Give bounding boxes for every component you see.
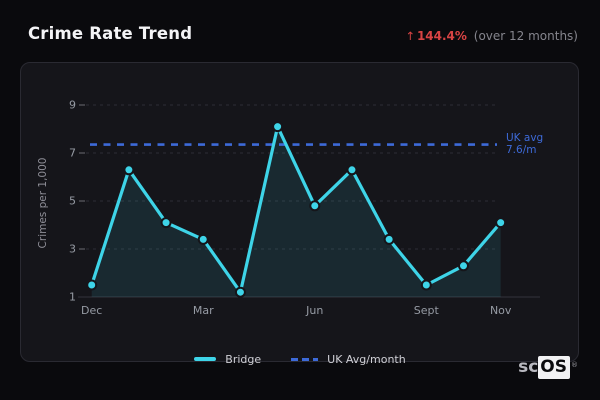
data-point[interactable] <box>234 286 246 298</box>
uk-avg-label: UK avg <box>506 132 544 145</box>
data-point[interactable] <box>197 233 209 245</box>
crime-rate-widget: Crime Rate Trend ↑ 144.4% (over 12 months… <box>0 0 600 400</box>
legend-label: UK Avg/month <box>327 352 406 366</box>
data-point[interactable] <box>420 279 432 291</box>
x-tick-label: Jun <box>305 304 323 317</box>
y-axis-title: Crimes per 1,000 <box>37 158 49 249</box>
data-point[interactable] <box>495 217 507 229</box>
data-point[interactable] <box>160 217 172 229</box>
legend-item-bridge[interactable]: Bridge <box>194 353 261 366</box>
x-tick-label: Nov <box>490 304 512 317</box>
data-point[interactable] <box>272 121 284 133</box>
logo-suffix: OS <box>538 356 570 379</box>
y-tick-label: 5 <box>69 195 76 208</box>
crime-trend-line-chart: 9 7 5 3 1 Crimes per 1,000 Dec Mar Jun Sept Nov <box>37 99 540 317</box>
x-tick-label: Dec <box>81 304 102 317</box>
data-point[interactable] <box>309 200 321 212</box>
legend-item-uk-avg[interactable]: UK Avg/month <box>291 353 406 366</box>
uk-avg-value: 7.6/m <box>506 143 537 156</box>
logo-prefix: sc <box>518 357 539 377</box>
x-tick-label: Sept <box>414 304 440 317</box>
scos-logo: sc OS ® <box>518 356 578 379</box>
data-point[interactable] <box>346 164 358 176</box>
chart-legend: Bridge UK Avg/month <box>0 350 600 368</box>
solid-line-swatch-icon <box>194 357 217 361</box>
data-point[interactable] <box>123 164 135 176</box>
dashed-line-swatch-icon <box>291 357 319 361</box>
legend-label: Bridge <box>225 352 262 366</box>
data-point[interactable] <box>86 279 98 291</box>
y-tick-label: 9 <box>69 99 76 112</box>
y-tick-label: 7 <box>69 147 76 160</box>
y-tick-label: 3 <box>69 243 76 256</box>
series-area-fill <box>91 126 501 297</box>
uk-avg-annotation: UK avg 7.6/m <box>506 133 543 156</box>
data-point[interactable] <box>383 233 395 245</box>
registered-mark: ® <box>571 361 578 369</box>
x-tick-label: Mar <box>193 304 214 317</box>
data-point[interactable] <box>458 260 469 272</box>
y-tick-label: 1 <box>69 291 76 304</box>
